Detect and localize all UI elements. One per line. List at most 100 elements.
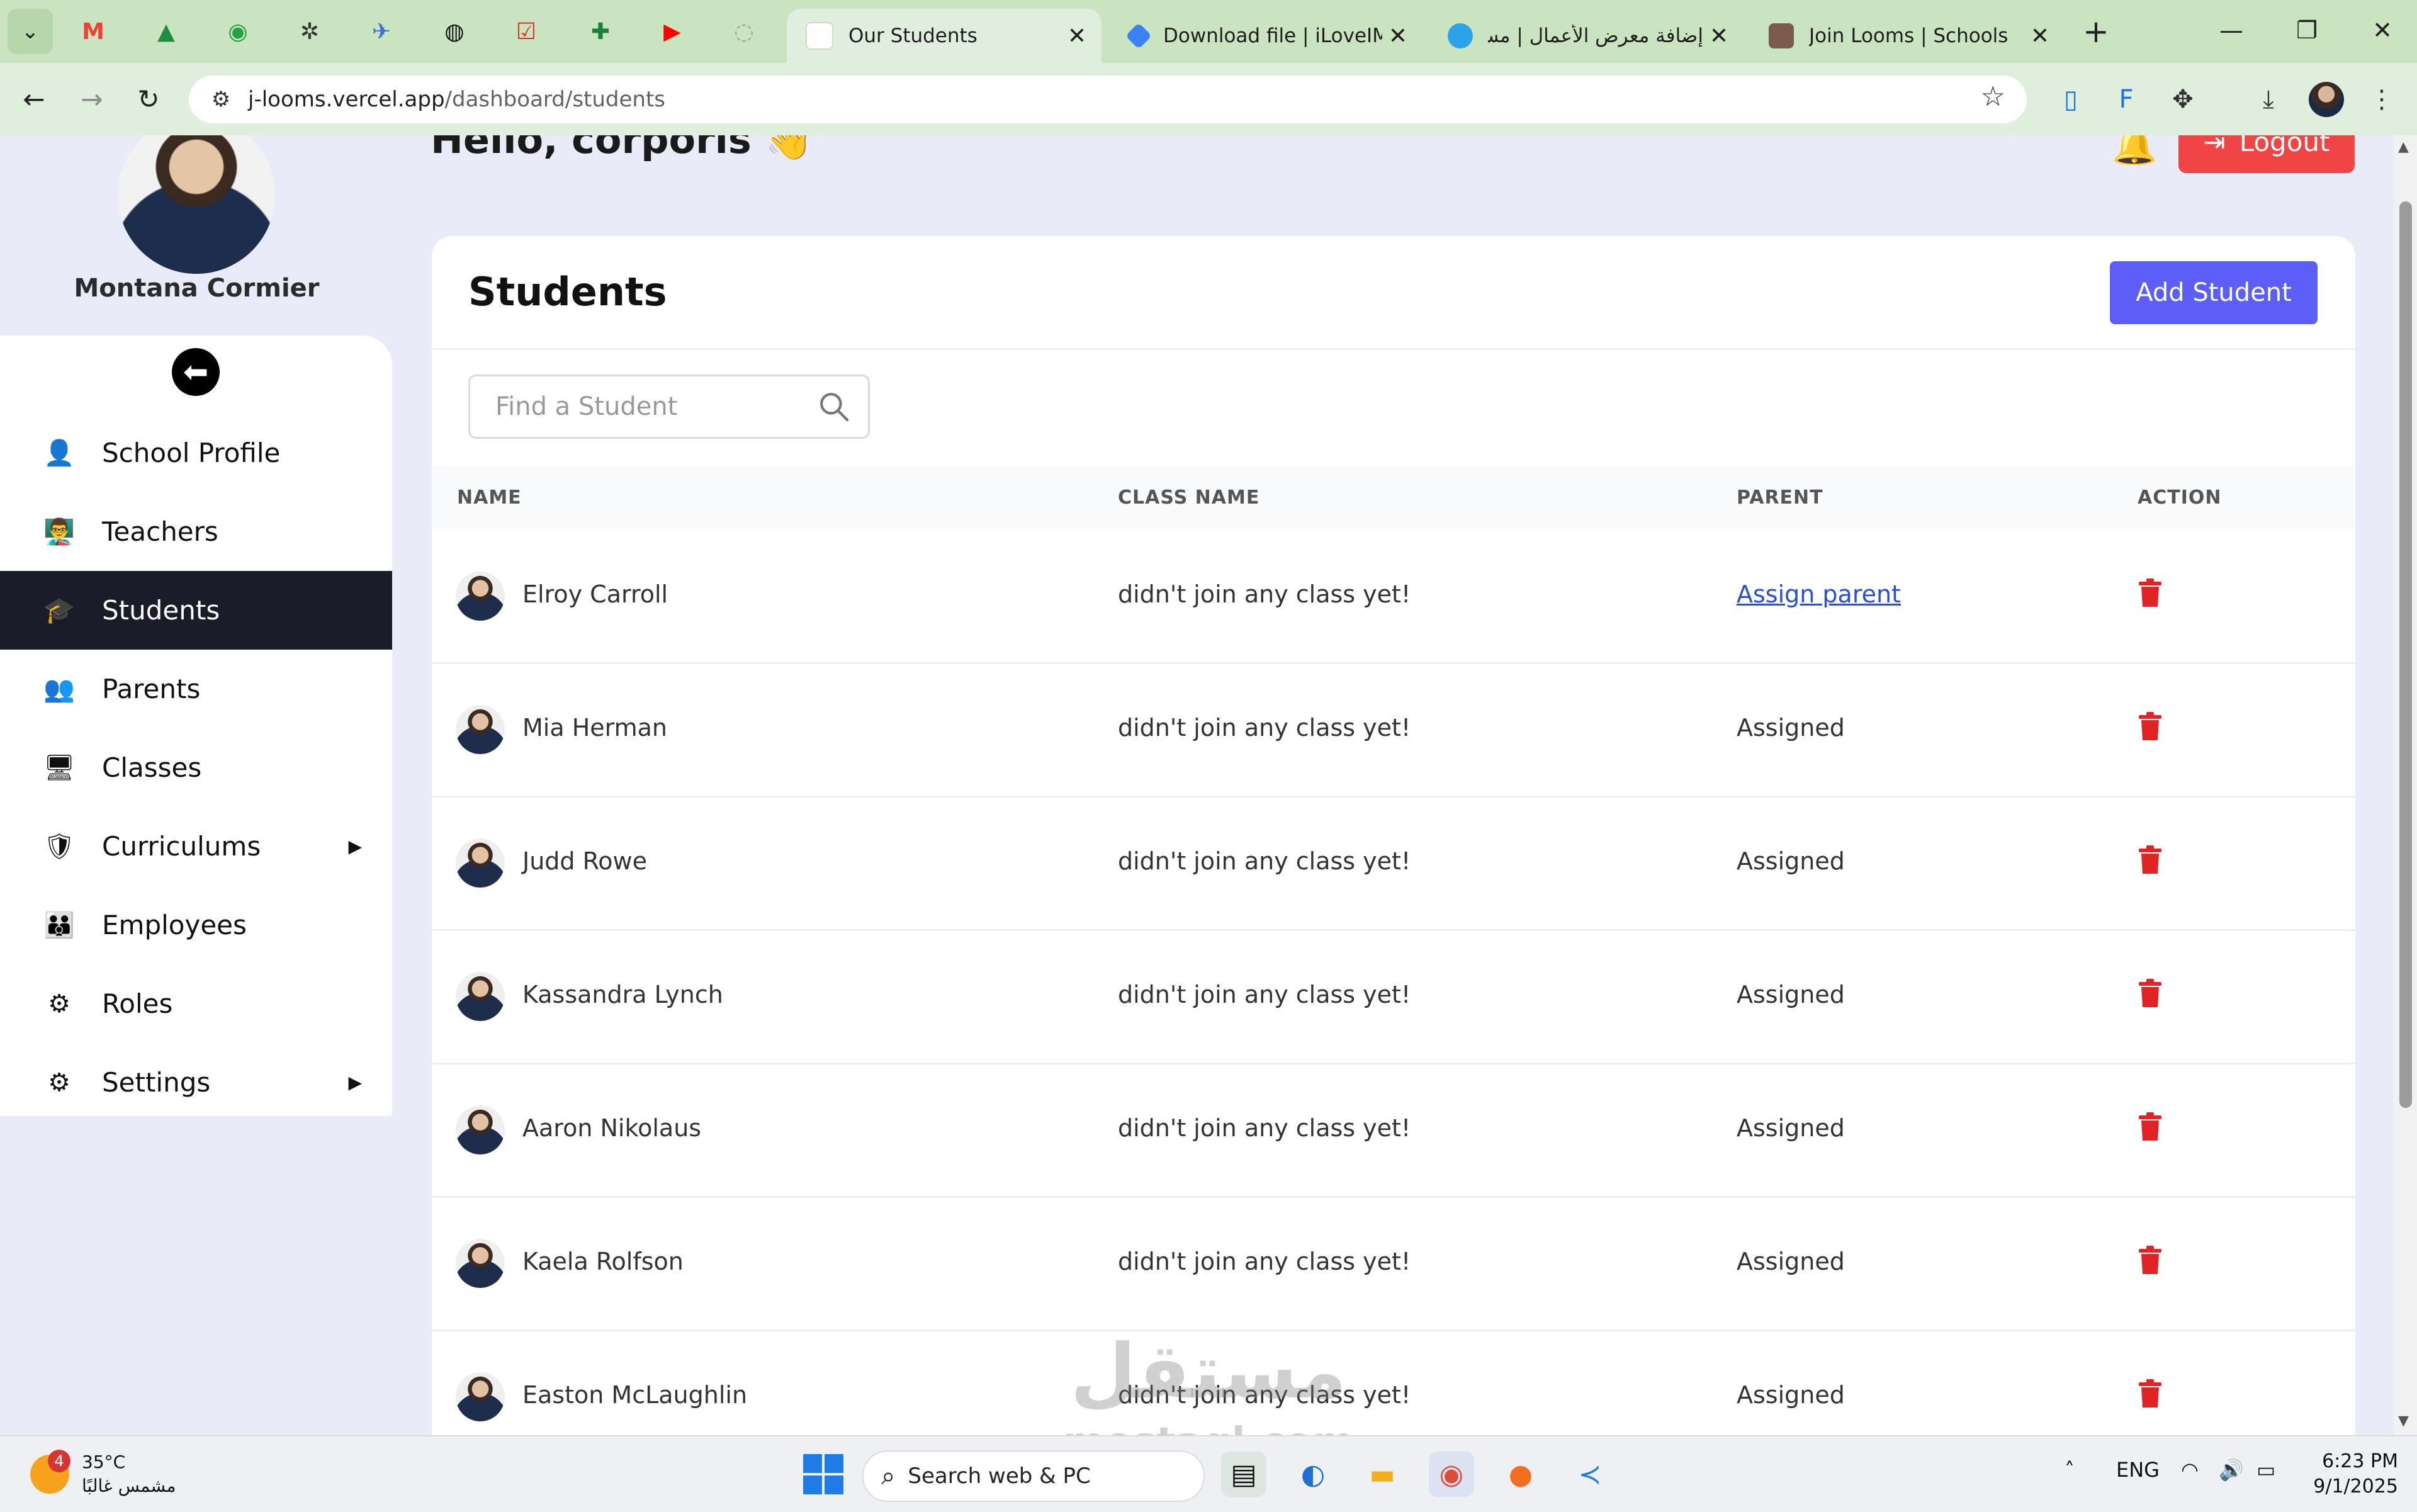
add-student-button[interactable]: Add Student [2110, 261, 2318, 324]
sidebar-item-classes[interactable]: 🖥 Classes [0, 728, 392, 807]
windows-start-icon[interactable] [803, 1454, 843, 1494]
file-explorer-widget-icon[interactable]: ▤ [1221, 1452, 1266, 1497]
menu-icon[interactable]: ⋮ [2364, 82, 2399, 117]
sheets-pinned-tab[interactable]: ✚ [584, 15, 617, 48]
table-row: Kassandra Lynch didn't join any class yet… [432, 929, 2355, 1064]
github-pinned-tab[interactable]: ◍ [438, 15, 471, 48]
avatar [456, 572, 505, 621]
chevron-right-icon: ▶ [348, 836, 362, 857]
whatsapp-pinned-tab[interactable]: ◉ [222, 15, 254, 48]
profile-avatar[interactable] [2309, 82, 2344, 117]
taskbar-search[interactable]: ⌕ Search web & PC [862, 1450, 1205, 1502]
new-tab-button[interactable]: + [2077, 13, 2115, 50]
sidebar-item-settings[interactable]: ⚙ Settings ▶ [0, 1043, 392, 1122]
close-icon[interactable]: ✕ [2024, 23, 2056, 49]
back-arrow-icon[interactable]: ⬅ [172, 348, 220, 396]
close-icon[interactable]: ✕ [1703, 23, 1735, 49]
page-scrollbar[interactable]: ▲ ▼ [2394, 135, 2417, 1435]
back-arrow-icon[interactable]: ← [15, 81, 53, 118]
tasks-pinned-tab[interactable]: ☑ [510, 15, 543, 48]
class-name: didn't join any class yet! [1118, 1114, 1411, 1142]
bird-pinned-tab[interactable]: ✈ [365, 15, 398, 48]
puzzle-icon[interactable]: ✥ [2165, 82, 2200, 117]
trash-icon[interactable] [2138, 578, 2163, 608]
column-header-name: NAME [457, 487, 522, 509]
gmail-pinned-tab[interactable]: M [77, 15, 110, 48]
volume-icon[interactable]: 🔊 [2219, 1458, 2244, 1482]
sidebar-item-label: Teachers [102, 516, 218, 547]
trash-icon[interactable] [2138, 1379, 2163, 1409]
close-window-button[interactable]: ✕ [2348, 11, 2417, 49]
class-name: didn't join any class yet! [1118, 580, 1411, 608]
scroll-down-icon[interactable]: ▼ [2398, 1413, 2409, 1429]
minimize-button[interactable]: — [2197, 11, 2266, 49]
watermark-text: mostaql.com [1057, 1419, 1360, 1435]
clock[interactable]: 6:23 PM 9/1/2025 [2291, 1449, 2398, 1499]
vscode-icon[interactable]: ≺ [1567, 1452, 1613, 1497]
bookmark-star-icon[interactable]: ☆ [1981, 81, 2005, 113]
trash-icon[interactable] [2138, 978, 2163, 1008]
sidebar-item-curriculums[interactable]: 🛡 Curriculums ▶ [0, 807, 392, 886]
chevron-up-icon[interactable]: ˄ [2065, 1458, 2075, 1482]
extension-fi-icon[interactable]: F [2109, 82, 2144, 117]
logout-button[interactable]: ⇥ Logout [2178, 135, 2355, 173]
sidebar-item-label: Employees [102, 910, 247, 940]
wifi-icon[interactable]: ◠ [2181, 1458, 2199, 1482]
student-name: Elroy Carroll [522, 580, 668, 608]
sidebar-item-employees[interactable]: 👪 Employees [0, 886, 392, 964]
language-indicator[interactable]: ENG [2116, 1458, 2160, 1482]
scroll-up-icon[interactable]: ▲ [2398, 139, 2409, 155]
trash-icon[interactable] [2138, 845, 2163, 875]
download-icon[interactable]: ⤓ [2251, 82, 2286, 117]
assign-parent-link[interactable]: Assign parent [1737, 580, 1901, 608]
sidebar-item-school-profile[interactable]: 👤 School Profile [0, 414, 392, 492]
battery-icon[interactable]: ▭ [2256, 1458, 2275, 1482]
address-bar[interactable]: ⚙ j-looms.vercel.app/dashboard/students … [189, 76, 2027, 123]
sidebar-item-parents[interactable]: 👥 Parents [0, 650, 392, 728]
chrome-icon[interactable]: ◉ [1429, 1452, 1474, 1497]
youtube-pinned-tab[interactable]: ▶ [656, 15, 689, 48]
folder-icon[interactable]: ▬ [1360, 1452, 1405, 1497]
trash-icon[interactable] [2138, 711, 2163, 742]
chalkboard-teacher-icon: 👨‍🏫 [43, 517, 75, 546]
page-title: Students [468, 269, 667, 315]
tab-title: Our Students [848, 25, 978, 47]
blank-pinned-tab[interactable]: ◌ [728, 15, 760, 48]
close-icon[interactable]: ✕ [1061, 23, 1093, 49]
edge-icon[interactable]: ◐ [1290, 1452, 1336, 1497]
sidebar-item-teachers[interactable]: 👨‍🏫 Teachers [0, 492, 392, 571]
tab-mostaql[interactable]: إضافة معرض الأعمال | مس ✕ [1429, 9, 1744, 63]
divider [432, 348, 2355, 350]
postman-icon[interactable]: ● [1498, 1452, 1543, 1497]
page: Montana Cormier ⬅ 👤 School Profile 👨‍🏫 T… [0, 135, 2417, 1435]
avatar [456, 838, 505, 888]
search-input[interactable] [494, 392, 811, 422]
site-settings-icon[interactable]: ⚙ [205, 84, 237, 115]
class-name: didn't join any class yet! [1118, 981, 1411, 1008]
parent-status: Assigned [1737, 981, 1845, 1008]
chatgpt-pinned-tab[interactable]: ✲ [293, 15, 326, 48]
forward-arrow-icon[interactable]: → [73, 81, 111, 118]
trash-icon[interactable] [2138, 1112, 2163, 1142]
reload-icon[interactable]: ↻ [130, 81, 167, 118]
bell-icon[interactable]: 🔔 [2112, 135, 2157, 167]
sidebar-item-students[interactable]: 🎓 Students [0, 571, 392, 650]
tab-ilovimg[interactable]: Download file | iLoveIMG ✕ [1108, 9, 1423, 63]
tab-join-looms[interactable]: Join Looms | Schools ✕ [1750, 9, 2065, 63]
tab-our-students[interactable]: Our Students ✕ [787, 9, 1101, 63]
drive-pinned-tab[interactable]: ▲ [150, 15, 183, 48]
search-icon[interactable] [816, 389, 852, 424]
trash-icon[interactable] [2138, 1245, 2163, 1275]
extension-icon[interactable]: ▯ [2053, 82, 2088, 117]
tab-favicon [1769, 23, 1794, 48]
scrollbar-thumb[interactable] [2399, 201, 2412, 1108]
table-row: Aaron Nikolaus didn't join any class yet!… [432, 1063, 2355, 1198]
close-icon[interactable]: ✕ [1382, 23, 1414, 49]
student-name: Judd Rowe [522, 847, 648, 875]
sidebar-item-label: Settings [102, 1067, 211, 1098]
sidebar-item-roles[interactable]: ⚙ Roles [0, 964, 392, 1043]
tab-search-button[interactable]: ⌄ [8, 9, 53, 54]
browser-toolbar: ← → ↻ ⚙ j-looms.vercel.app/dashboard/stu… [0, 63, 2417, 135]
weather-widget[interactable]: 4 35°C مشمس غالبًا [30, 1450, 176, 1498]
restore-button[interactable]: ❐ [2272, 11, 2341, 49]
